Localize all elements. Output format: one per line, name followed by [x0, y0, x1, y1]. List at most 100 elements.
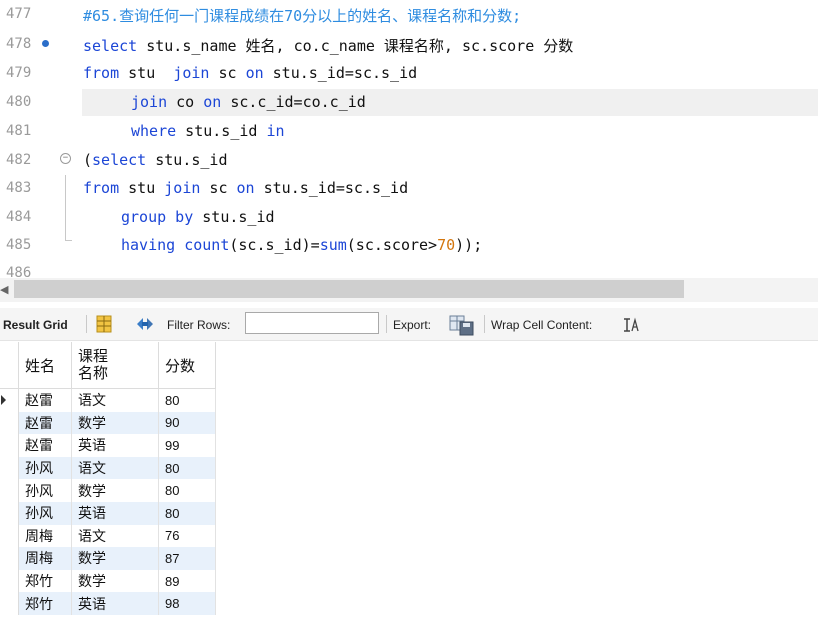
table-row[interactable]: 周梅 语文 76	[0, 524, 216, 548]
code-text[interactable]: from stu join sc on stu.s_id=sc.s_id	[83, 179, 408, 197]
table-row[interactable]: 孙风 英语 80	[0, 501, 216, 525]
cell-score[interactable]: 80	[158, 479, 216, 502]
table-row[interactable]: 周梅 数学 87	[0, 547, 216, 570]
code-token: from	[83, 179, 120, 197]
cell-course[interactable]: 英语	[71, 501, 159, 525]
table-row[interactable]: 郑竹 英语 98	[0, 592, 216, 615]
row-header[interactable]	[0, 547, 19, 570]
cell-name[interactable]: 郑竹	[18, 592, 72, 615]
line-number: 480	[6, 94, 32, 110]
cell-course[interactable]: 英语	[71, 434, 159, 457]
table-row[interactable]: 赵雷 英语 99	[0, 434, 216, 457]
code-text[interactable]: having count(sc.s_id)=sum(sc.score>70));	[121, 236, 482, 254]
code-text[interactable]: join co on sc.c_id=co.c_id	[131, 93, 366, 111]
row-header[interactable]	[0, 569, 19, 593]
cell-name[interactable]: 周梅	[18, 547, 72, 570]
cell-name[interactable]: 孙风	[18, 456, 72, 480]
refresh-icon[interactable]	[134, 314, 156, 338]
table-row[interactable]: 赵雷 语文 80	[0, 388, 216, 412]
cell-name[interactable]: 孙风	[18, 479, 72, 502]
table-row[interactable]: 孙风 数学 80	[0, 479, 216, 502]
code-text[interactable]: where stu.s_id in	[131, 122, 285, 140]
row-header[interactable]	[0, 479, 19, 502]
cell-name[interactable]: 赵雷	[18, 388, 72, 412]
column-header-name[interactable]: 姓名	[18, 342, 72, 389]
cell-score[interactable]: 87	[158, 547, 216, 570]
cell-name[interactable]: 孙风	[18, 501, 72, 525]
cell-name[interactable]: 赵雷	[18, 434, 72, 457]
code-token: in	[266, 122, 285, 140]
table-row[interactable]: 郑竹 数学 89	[0, 569, 216, 593]
result-grid-tab[interactable]: Result Grid	[3, 318, 68, 332]
line-number: 479	[6, 65, 32, 81]
code-line-477[interactable]: 477 #65.查询任何一门课程成绩在70分以上的姓名、课程名称和分数;	[0, 0, 818, 29]
cell-score[interactable]: 90	[158, 411, 216, 435]
cell-name[interactable]: 赵雷	[18, 411, 72, 435]
wrap-text-icon[interactable]	[622, 317, 640, 337]
table-row[interactable]: 孙风 语文 80	[0, 456, 216, 480]
row-header[interactable]	[0, 411, 19, 435]
code-line-484[interactable]: 484 group by stu.s_id	[0, 203, 818, 232]
code-line-479[interactable]: 479 from stu join sc on stu.s_id=sc.s_id	[0, 59, 818, 88]
row-header[interactable]	[0, 524, 19, 548]
cell-score[interactable]: 98	[158, 592, 216, 615]
code-line-483[interactable]: 483 from stu join sc on stu.s_id=sc.s_id	[0, 174, 818, 203]
code-text[interactable]: #65.查询任何一门课程成绩在70分以上的姓名、课程名称和分数;	[83, 5, 521, 26]
code-text[interactable]: (select stu.s_id	[83, 151, 228, 169]
cell-course[interactable]: 语文	[71, 456, 159, 480]
cell-course[interactable]: 数学	[71, 479, 159, 502]
cell-score[interactable]: 80	[158, 501, 216, 525]
code-line-481[interactable]: 481 where stu.s_id in	[0, 117, 818, 146]
cell-name[interactable]: 周梅	[18, 524, 72, 548]
filter-rows-input[interactable]	[245, 312, 379, 334]
code-token: stu.s_id	[193, 208, 275, 226]
cell-score[interactable]: 99	[158, 434, 216, 457]
export-icon[interactable]	[449, 314, 475, 340]
cell-course[interactable]: 数学	[71, 411, 159, 435]
scroll-left-arrow-icon[interactable]: ◀	[0, 283, 8, 296]
code-token: co	[167, 93, 204, 111]
cell-score[interactable]: 76	[158, 524, 216, 548]
line-number: 477	[6, 6, 32, 22]
line-number: 486	[6, 265, 32, 278]
row-header[interactable]	[0, 434, 19, 457]
code-text[interactable]: from stu join sc on stu.s_id=sc.s_id	[83, 64, 417, 82]
result-toolbar: Result Grid Filter Rows: Export: Wrap Ce…	[0, 308, 818, 341]
cell-course[interactable]: 英语	[71, 592, 159, 615]
cell-name[interactable]: 郑竹	[18, 569, 72, 593]
row-header[interactable]	[0, 592, 19, 615]
grid-layout-icon[interactable]	[94, 314, 114, 338]
cell-course[interactable]: 数学	[71, 569, 159, 593]
cell-score[interactable]: 89	[158, 569, 216, 593]
code-token: sum	[319, 236, 347, 254]
row-header[interactable]	[0, 388, 19, 412]
row-header[interactable]	[0, 501, 19, 525]
column-header-course[interactable]: 课程 名称	[71, 342, 159, 389]
export-label: Export:	[393, 318, 432, 332]
column-header-score[interactable]: 分数	[158, 342, 216, 389]
cell-course[interactable]: 语文	[71, 388, 159, 412]
row-header-corner[interactable]	[0, 342, 19, 389]
editor-horizontal-scrollbar[interactable]: ◀	[0, 278, 818, 302]
code-token: on	[236, 179, 255, 197]
code-line-486[interactable]: 486	[0, 259, 818, 278]
code-token: join	[131, 93, 168, 111]
sql-editor[interactable]: 477 #65.查询任何一门课程成绩在70分以上的姓名、课程名称和分数; 478…	[0, 0, 818, 278]
table-row[interactable]: 赵雷 数学 90	[0, 411, 216, 435]
code-line-482[interactable]: 482 − (select stu.s_id	[0, 146, 818, 175]
code-line-485[interactable]: 485 having count(sc.s_id)=sum(sc.score>7…	[0, 231, 818, 260]
result-grid[interactable]: 姓名 课程 名称 分数 赵雷 语文 80 赵雷 数学 90 赵雷 英语 99 孙…	[0, 342, 216, 615]
code-text[interactable]: group by stu.s_id	[121, 208, 275, 226]
cell-score[interactable]: 80	[158, 456, 216, 480]
cell-course[interactable]: 数学	[71, 547, 159, 570]
toolbar-separator	[484, 315, 485, 333]
fold-collapse-icon[interactable]: −	[60, 153, 71, 164]
cell-score[interactable]: 80	[158, 388, 216, 412]
code-line-480[interactable]: 480 join co on sc.c_id=co.c_id	[0, 88, 818, 117]
row-header[interactable]	[0, 456, 19, 480]
code-token: stu.s_id	[146, 151, 228, 169]
scrollbar-thumb[interactable]	[14, 280, 684, 298]
code-line-478[interactable]: 478 select stu.s_name 姓名, co.c_name 课程名称…	[0, 30, 818, 59]
code-text[interactable]: select stu.s_name 姓名, co.c_name 课程名称, sc…	[83, 35, 573, 56]
cell-course[interactable]: 语文	[71, 524, 159, 548]
